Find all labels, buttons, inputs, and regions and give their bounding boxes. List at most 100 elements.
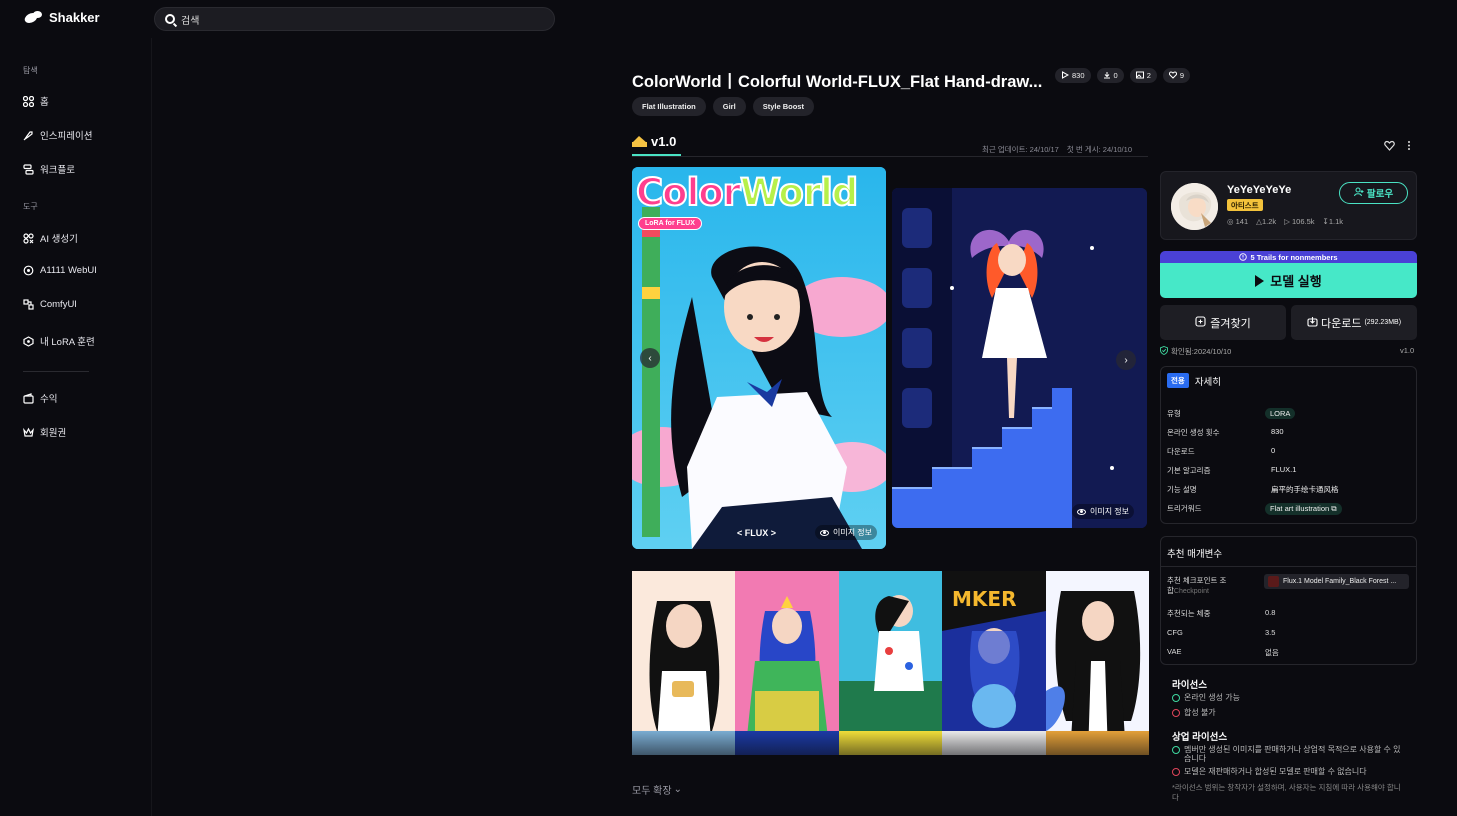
stat-likes: 9	[1162, 68, 1191, 83]
model-title: ColorWorld丨Colorful World-FLUX_Flat Hand…	[632, 73, 1043, 91]
sidebar-item-comfyui[interactable]: ComfyUI	[23, 299, 77, 310]
copy-icon: ⧉	[1331, 504, 1337, 513]
sidebar-item-home[interactable]: 홈	[23, 94, 49, 108]
second-image-art	[892, 188, 1147, 528]
trigger-word-chip[interactable]: Flat art illustration ⧉	[1265, 503, 1342, 515]
brand-logo[interactable]: Shakker	[25, 10, 100, 25]
grid-icon	[23, 95, 34, 107]
eye-icon	[820, 529, 829, 536]
rocket-icon	[23, 130, 34, 141]
sidebar-item-label: 회원권	[40, 428, 67, 439]
avatar[interactable]	[1171, 183, 1218, 230]
sidebar-section-explore: 탐색	[23, 66, 38, 75]
heart-icon	[1168, 70, 1177, 81]
sample-image[interactable]	[838, 571, 943, 755]
search-icon	[165, 14, 175, 24]
details-header: 전용 자세히	[1167, 373, 1221, 388]
user-icon: ◎	[1227, 217, 1234, 226]
crown-icon	[23, 427, 34, 438]
carousel-prev-button[interactable]: ‹	[640, 348, 660, 368]
search-bar[interactable]: 검색	[154, 7, 555, 31]
version-tab[interactable]: v1.0	[632, 134, 676, 149]
follow-button[interactable]: 팔로우	[1339, 182, 1408, 204]
sidebar-item-a1111[interactable]: A1111 WebUI	[23, 265, 97, 276]
exclusive-badge: 전용	[1167, 373, 1189, 388]
recommended-params-panel: 추천 매개변수 추천 체크포인트 조 합Checkpoint Flux.1 Mo…	[1160, 536, 1417, 665]
check-circle-icon	[1172, 746, 1180, 754]
param-row-weight: 추천되는 체중 0.8	[1167, 608, 1276, 618]
download-button[interactable]: 다운로드 (292.23MB)	[1291, 305, 1417, 340]
comfyui-icon	[23, 299, 34, 310]
expand-all-button[interactable]: 모두 확장 ⌄	[632, 782, 682, 797]
tag-list: Flat Illustration Girl Style Boost	[632, 97, 814, 116]
model-stats: 830 0 2 9	[1055, 68, 1191, 83]
sample-image[interactable]	[735, 571, 839, 755]
sample-image[interactable]	[1045, 571, 1150, 755]
image-info-button[interactable]: 이미지 정보	[815, 525, 878, 540]
image-info-button[interactable]: 이미지 정보	[1072, 504, 1135, 519]
stat-images: 2	[1129, 68, 1157, 83]
checkpoint-chip[interactable]: Flux.1 Model Family_Black Forest ...	[1264, 574, 1409, 589]
shakker-logo-icon	[25, 10, 43, 25]
tag-flat-illustration[interactable]: Flat Illustration	[632, 97, 706, 116]
crown-icon	[632, 136, 647, 147]
artist-badge: 아티스트	[1227, 199, 1263, 211]
wallet-icon	[23, 392, 34, 404]
carousel-next-button[interactable]: ›	[1116, 350, 1136, 370]
flux-footer-text: < FLUX >	[737, 528, 777, 538]
license-item-online: 온라인 생성 가능	[1172, 693, 1407, 702]
param-row-checkpoint: 추천 체크포인트 조 합Checkpoint	[1167, 576, 1227, 595]
check-circle-icon	[1172, 694, 1180, 702]
commercial-license-item-sell-images: 멤버만 생성된 이미지를 판매하거나 상업적 목적으로 사용할 수 있습니다	[1172, 745, 1407, 763]
info-icon	[1239, 252, 1248, 263]
tag-girl[interactable]: Girl	[712, 97, 746, 116]
webui-icon	[23, 265, 34, 276]
sidebar-item-earnings[interactable]: 수익	[23, 391, 57, 405]
play-icon	[1061, 70, 1070, 81]
details-title: 자세히	[1194, 376, 1222, 388]
lora-flux-badge: LoRA for FLUX	[638, 217, 702, 230]
sample-image[interactable]	[632, 571, 736, 755]
author-followers: ◎ 141	[1227, 217, 1249, 226]
sidebar-item-membership[interactable]: 회원권	[23, 425, 66, 439]
sidebar-item-label: ComfyUI	[40, 299, 77, 310]
heart-icon[interactable]	[1384, 140, 1395, 154]
license-item-merge: 합성 불가	[1172, 708, 1407, 717]
gallery-image-second[interactable]: › 이미지 정보	[892, 188, 1147, 528]
strip-fade-overlay	[632, 730, 1149, 776]
stat-downloads: 0	[1096, 68, 1124, 83]
author-name[interactable]: YeYeYeYeYe	[1227, 184, 1291, 196]
more-vertical-icon[interactable]	[1407, 140, 1411, 154]
sidebar-divider	[23, 371, 89, 372]
license-note: *라이선스 범위는 창작자가 설정하며, 사용자는 지침에 따라 사용해야 합니…	[1172, 783, 1401, 802]
favorite-button[interactable]: 즐겨찾기	[1160, 305, 1286, 340]
details-panel: 전용 자세히 유형 LORA 온라인 생성 횟수 830 다운로드 0 기본 알…	[1160, 366, 1417, 524]
sidebar-item-label: A1111 WebUI	[40, 265, 97, 276]
gallery-image-main[interactable]: ColorWorld LoRA for FLUX < FLUX > ‹ 이미지 …	[632, 167, 886, 549]
params-divider	[1161, 566, 1416, 567]
sidebar-item-ai-generator[interactable]: AI 생성기	[23, 231, 78, 245]
verified-status: 확인됨:2024/10/10	[1160, 346, 1231, 357]
play-icon	[1255, 274, 1265, 287]
image-icon	[1135, 71, 1144, 81]
sidebar-item-workflow[interactable]: 워크플로	[23, 162, 75, 176]
version-label: v1.0	[651, 134, 677, 149]
checkpoint-thumbnail	[1268, 576, 1279, 587]
sidebar-item-inspiration[interactable]: 인스피레이션	[23, 128, 92, 142]
param-row-cfg: CFG 3.5	[1167, 628, 1276, 637]
run-model-button[interactable]: 모델 실행	[1160, 263, 1417, 298]
author-likes: △1.2k	[1256, 217, 1277, 226]
svg-text:MKER: MKER	[952, 587, 1016, 611]
tag-style-boost[interactable]: Style Boost	[752, 97, 814, 116]
stat-runs: 830	[1055, 68, 1091, 83]
sample-image-strip: MKER	[632, 571, 1150, 755]
sidebar-item-label: 수익	[40, 394, 58, 405]
colorworld-logo-text: ColorWorld	[635, 170, 859, 215]
version-divider	[632, 156, 1148, 157]
sample-image[interactable]: MKER	[942, 571, 1046, 755]
sidebar-section-tools: 도구	[23, 202, 38, 211]
workflow-icon	[23, 163, 34, 175]
sidebar-item-lora-training[interactable]: 내 LoRA 훈련	[23, 334, 95, 348]
forbidden-circle-icon	[1172, 709, 1180, 717]
license-title: 라이선스	[1172, 680, 1207, 691]
